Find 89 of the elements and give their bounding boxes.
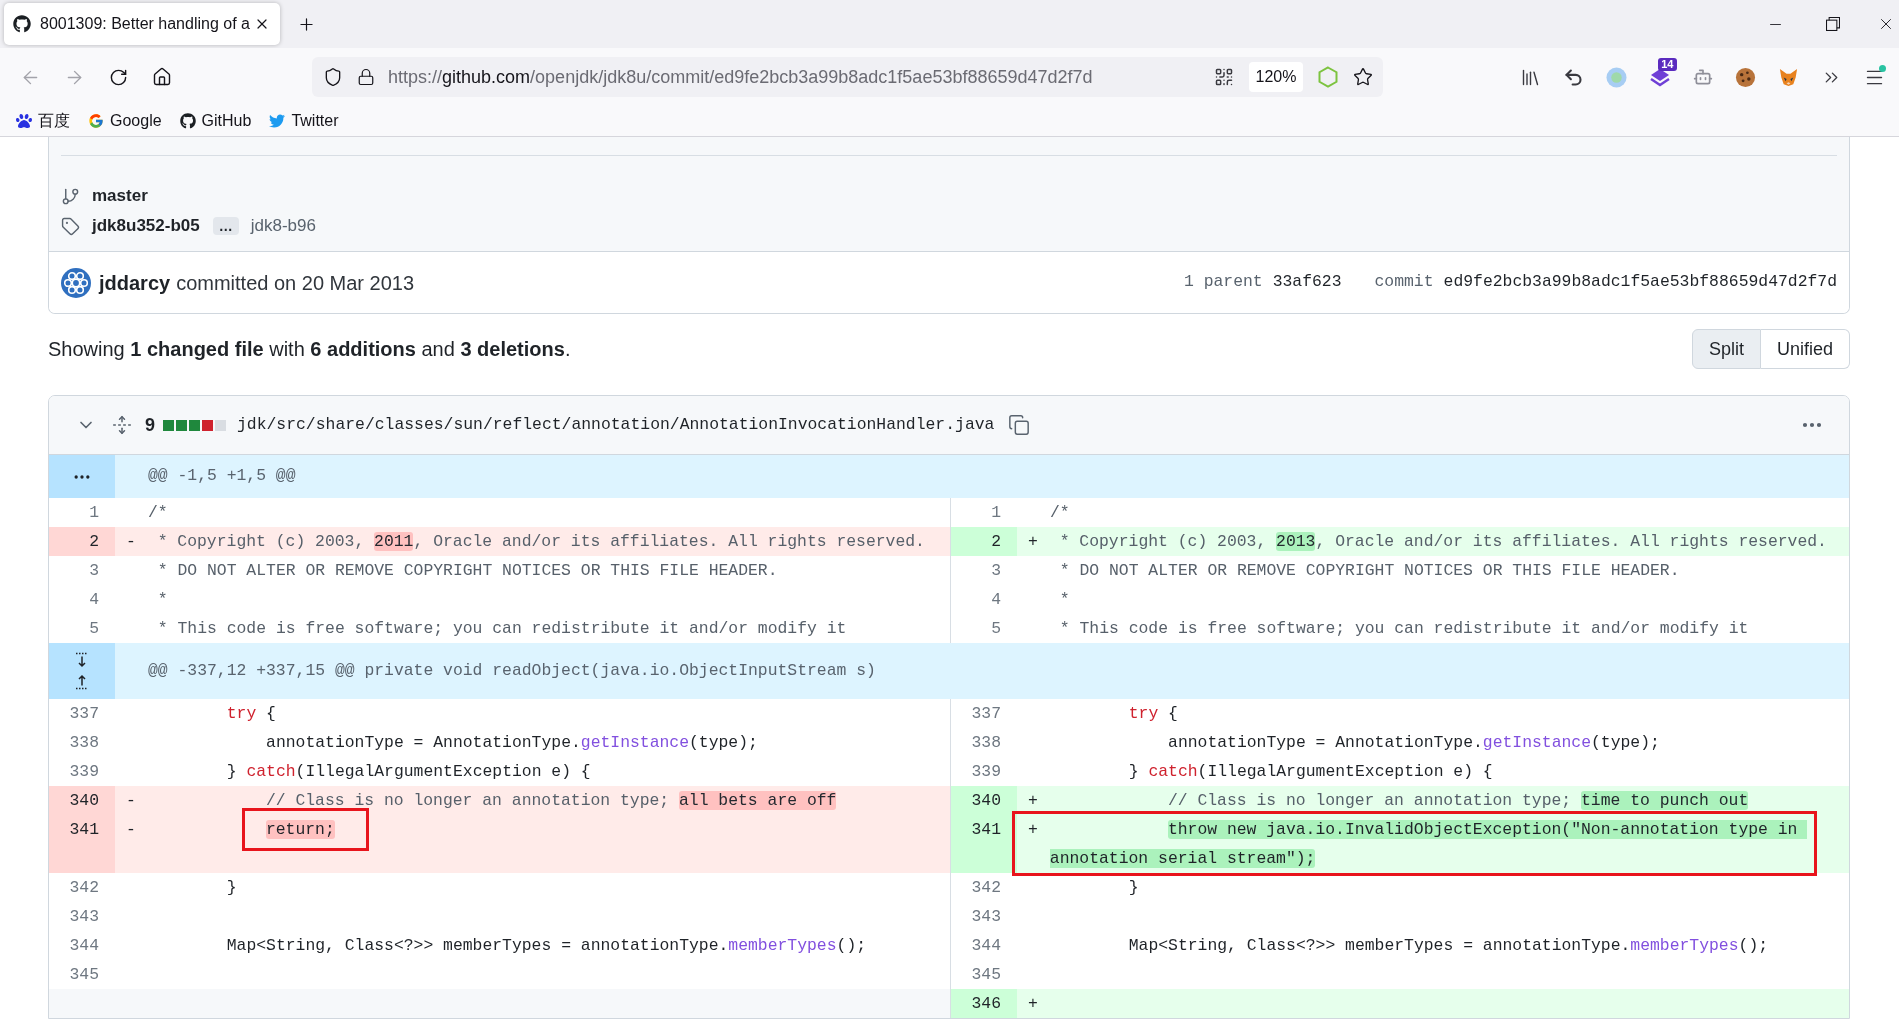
lock-icon[interactable] <box>357 68 375 86</box>
code-line: annotationType = AnnotationType.getInstance(type); <box>1167 732 1660 754</box>
code-line: /* <box>1050 502 1070 524</box>
diffstat-square-icon <box>176 419 187 431</box>
diff-summary-text: Showing 1 changed file with 6 additions and 3 deletions. <box>48 337 571 362</box>
code-line: } catch(IllegalArgumentException e) { <box>1127 761 1493 783</box>
tag-link[interactable]: jdk8u352-b05 <box>92 213 200 239</box>
cookie-icon[interactable] <box>1735 66 1756 88</box>
line-number: 2 <box>49 527 115 556</box>
line-number: 340 <box>49 786 115 815</box>
reload-icon[interactable] <box>108 67 128 87</box>
google-icon <box>88 113 104 129</box>
code-line: annotationType = AnnotationType.getInstance(type); <box>265 732 758 754</box>
shield-icon[interactable] <box>323 67 343 87</box>
expand-up-icon[interactable] <box>74 674 90 690</box>
avatar-icon <box>61 267 91 298</box>
bookmark-link[interactable]: 百度 <box>16 109 70 133</box>
home-icon[interactable] <box>152 67 172 87</box>
view-mode-toggle[interactable]: Unified <box>1760 329 1850 369</box>
branch-link[interactable]: master <box>92 183 148 209</box>
line-number: 346 <box>950 989 1017 1018</box>
code-line: * DO NOT ALTER OR REMOVE COPYRIGHT NOTICES OR THIS FILE HEADER. <box>1058 560 1680 582</box>
code-line: * Copyright (c) 2003, 2013, Oracle and/or its affiliates. All rights reserved. <box>1058 531 1827 553</box>
code-line: } <box>1127 877 1139 899</box>
diffstat-square-icon <box>163 419 174 431</box>
code-line: * Copyright (c) 2003, 2011, Oracle and/or its affiliates. All rights reserved. <box>156 531 925 553</box>
code-line: * <box>156 589 168 611</box>
bookmark-link[interactable]: Twitter <box>269 109 339 133</box>
expand-all-icon[interactable] <box>112 415 132 435</box>
code-line: } <box>225 877 237 899</box>
code-line: Map<String, Class<?>> memberTypes = annotationType.memberTypes(); <box>1127 935 1769 957</box>
commit-date-text: committed on 20 Mar 2013 <box>176 270 415 296</box>
view-mode-toggle[interactable]: Split <box>1691 329 1761 369</box>
diff-marker: - <box>126 531 136 553</box>
diff-marker: + <box>1028 993 1038 1015</box>
robot-icon[interactable] <box>1692 67 1713 87</box>
diff-marker: + <box>1028 531 1038 553</box>
code-line: Map<String, Class<?>> memberTypes = annotationType.memberTypes(); <box>225 935 867 957</box>
code-line: // Class is no longer an annotation type; all bets are off <box>264 790 837 812</box>
parent-commit-link[interactable]: 33af623 <box>1272 270 1342 295</box>
github-icon <box>13 15 31 33</box>
url-field[interactable]: https://github.com/openjdk/jdk8u/commit/ed9fe2bcb3a99b8adc1f5ae53bf88659d47d2f7d <box>388 63 1093 91</box>
author-link[interactable]: jddarcy <box>99 267 171 298</box>
code-line: * This code is free software; you can redistribute it and/or modify it <box>156 618 847 640</box>
line-number: 341 <box>950 815 1017 873</box>
diff-marker: + <box>1028 790 1038 812</box>
code-line: try { <box>225 703 276 725</box>
branch-icon <box>61 186 80 206</box>
change-count: 9 <box>145 413 155 437</box>
restore-icon[interactable] <box>1825 17 1840 31</box>
diff-marker: - <box>126 790 136 812</box>
line-number: 340 <box>950 786 1017 815</box>
code-line: * This code is free software; you can redistribute it and/or modify it <box>1058 618 1749 640</box>
diff-marker: - <box>126 819 136 841</box>
code-line: /* <box>148 502 168 524</box>
code-line: } catch(IllegalArgumentException e) { <box>225 761 591 783</box>
bird-icon <box>269 113 286 129</box>
zoom-button[interactable]: 120% <box>1249 62 1303 92</box>
file-path-link[interactable]: jdk/src/share/classes/sun/reflect/annotation/AnnotationInvocationHandler.java <box>237 412 995 438</box>
copy-icon[interactable] <box>1008 414 1031 436</box>
github-icon <box>179 113 196 129</box>
commit-sha: ed9fe2bcb3a99b8adc1f5ae53bf88659d47d2f7d <box>1443 271 1837 294</box>
undo-icon[interactable] <box>1563 66 1584 88</box>
line-number: 341 <box>49 815 115 873</box>
bookmark-link[interactable]: Google <box>88 109 162 133</box>
bookmark-link[interactable]: GitHub <box>179 109 252 133</box>
tag-icon <box>61 216 80 236</box>
paw-icon <box>16 113 32 129</box>
fox-icon[interactable] <box>1778 66 1799 88</box>
diff-marker: + <box>1028 819 1038 841</box>
diffstat-square-icon <box>189 419 200 431</box>
code-line: * DO NOT ALTER OR REMOVE COPYRIGHT NOTICES OR THIS FILE HEADER. <box>156 560 778 582</box>
code-line: try { <box>1127 703 1178 725</box>
hunk-header: @@ -337,12 +337,15 @@ private void readObject(java.io.ObjectInputStream s) <box>115 643 1849 699</box>
commit-label: commit <box>1374 271 1434 294</box>
diffstat-square-icon <box>202 419 213 431</box>
parent-label: 1 parent <box>1183 271 1263 294</box>
qr-code-icon[interactable] <box>1214 67 1234 87</box>
star-icon[interactable] <box>1353 67 1373 87</box>
hunk-header: @@ -1,5 +1,5 @@ <box>115 455 1849 498</box>
code-line: // Class is no longer an annotation type; time to punch out <box>1166 790 1749 812</box>
expand-down-icon[interactable] <box>74 652 90 668</box>
browser-tab[interactable]: 8001309: Better handling of a <box>4 3 280 45</box>
diffstat-square-icon <box>215 419 226 431</box>
more-tags-button[interactable]: … <box>212 217 239 235</box>
tag-link[interactable]: jdk8-b96 <box>250 213 316 239</box>
line-number: 2 <box>950 527 1017 556</box>
code-line: * <box>1058 589 1070 611</box>
notification-badge: 14 <box>1658 58 1677 71</box>
